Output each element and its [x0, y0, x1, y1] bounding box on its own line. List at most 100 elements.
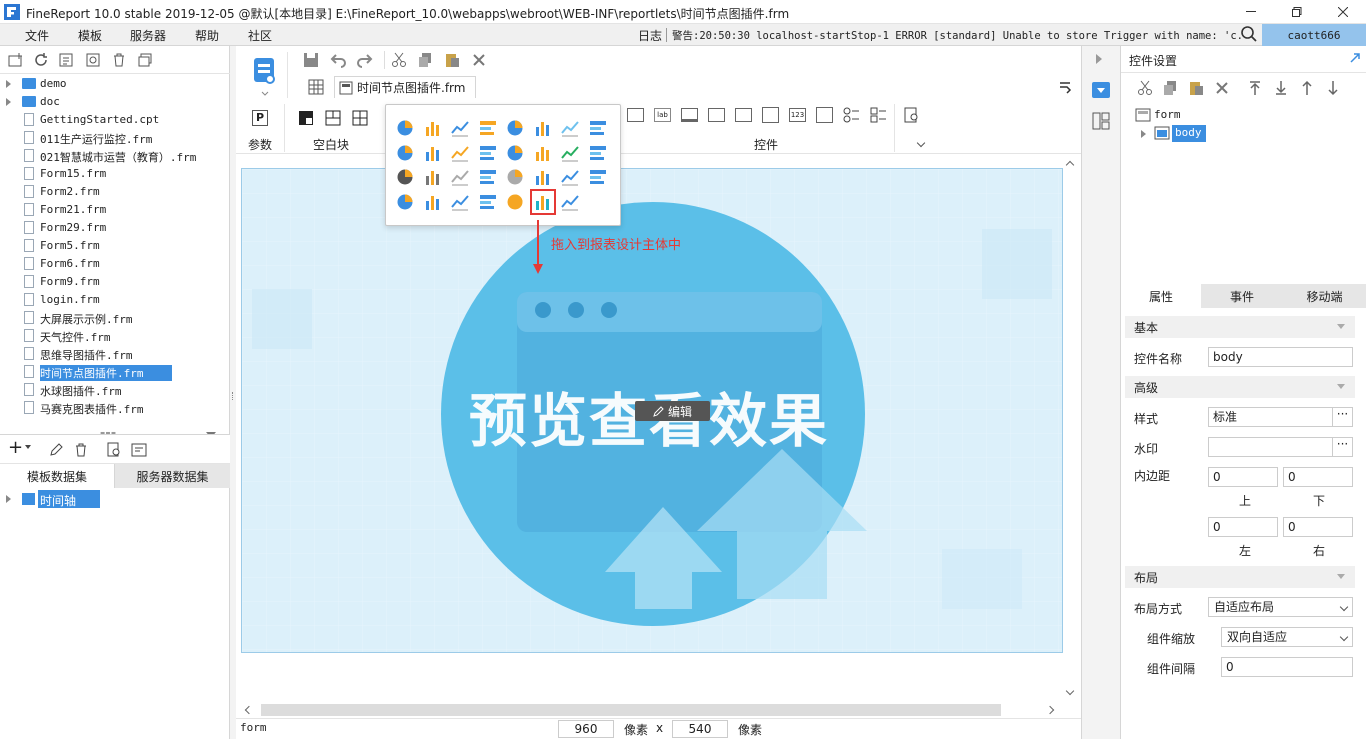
scroll-thumb[interactable] — [261, 704, 1001, 716]
redo-icon[interactable] — [357, 52, 373, 68]
gap-field[interactable]: 0 — [1221, 657, 1353, 677]
pin-icon[interactable] — [1349, 52, 1361, 64]
map-region-icon[interactable] — [506, 144, 524, 162]
refresh-icon[interactable] — [33, 52, 49, 68]
delete-icon[interactable] — [471, 52, 487, 68]
edit-icon[interactable] — [48, 442, 64, 458]
tree-folder[interactable]: demo — [0, 75, 230, 93]
tree-file[interactable]: Form9.frm — [0, 273, 230, 291]
scroll-left-icon[interactable] — [244, 705, 254, 715]
tree-file[interactable]: 天气控件.frm — [0, 327, 230, 345]
width-field[interactable]: 960 — [558, 720, 614, 738]
org-chart-icon[interactable] — [561, 193, 579, 211]
minimize-icon[interactable] — [1228, 0, 1274, 24]
save-icon[interactable] — [303, 52, 319, 68]
more-icon[interactable]: ··· — [1333, 407, 1353, 427]
tree-diagram-icon[interactable] — [506, 168, 524, 186]
absolute-layout-icon[interactable] — [298, 110, 314, 126]
widget-settings-icon[interactable] — [1092, 82, 1110, 98]
tree-file[interactable]: 马赛克图表插件.frm — [0, 399, 230, 417]
tab-template-datasets[interactable]: 模板数据集 — [0, 464, 115, 488]
new-folder-icon[interactable] — [8, 52, 24, 68]
tab-events[interactable]: 事件 — [1201, 284, 1283, 308]
water-ball-icon[interactable] — [396, 193, 414, 211]
height-field[interactable]: 540 — [672, 720, 728, 738]
tab-server-datasets[interactable]: 服务器数据集 — [115, 464, 230, 488]
padding-top-field[interactable]: 0 — [1208, 467, 1278, 487]
button-control-icon[interactable] — [681, 108, 698, 122]
section-basic[interactable]: 基本 — [1125, 316, 1355, 338]
tree-node-form[interactable]: form — [1154, 108, 1181, 121]
more-icon[interactable]: ··· — [1333, 437, 1353, 457]
padding-right-field[interactable]: 0 — [1283, 517, 1353, 537]
bubble-chart-icon[interactable] — [396, 144, 414, 162]
tree-file[interactable]: 011生产运行监控.frm — [0, 129, 230, 147]
timeline-chart-icon[interactable] — [396, 168, 414, 186]
paste-icon[interactable] — [444, 52, 460, 68]
undo-icon[interactable] — [330, 52, 346, 68]
dropdown-control-icon[interactable] — [708, 108, 725, 122]
delete-icon[interactable] — [1214, 80, 1230, 96]
number-control-icon[interactable]: 123 — [789, 108, 806, 122]
tree-file[interactable]: Form21.frm — [0, 201, 230, 219]
section-advanced[interactable]: 高级 — [1125, 376, 1355, 398]
donut-chart-icon[interactable] — [451, 144, 469, 162]
wave-chart-icon[interactable] — [479, 168, 497, 186]
map-chart-icon[interactable] — [479, 144, 497, 162]
cut-icon[interactable] — [391, 52, 407, 68]
tree-chart-icon[interactable] — [451, 168, 469, 186]
world-map-icon[interactable] — [561, 168, 579, 186]
expand-arrow-icon[interactable] — [6, 80, 11, 88]
locate-icon[interactable] — [58, 52, 74, 68]
line-chart-icon[interactable] — [479, 119, 497, 137]
menu-template[interactable]: 模板 — [78, 27, 102, 44]
move-down-icon[interactable] — [1325, 80, 1341, 96]
warning-message[interactable]: 警告:20:50:30 localhost-startStop-1 ERROR … — [672, 28, 1242, 43]
paste-icon[interactable] — [1188, 80, 1204, 96]
user-account[interactable]: caott666 — [1262, 24, 1366, 46]
expand-icon[interactable] — [1096, 54, 1102, 64]
menu-help[interactable]: 帮助 — [195, 27, 219, 44]
tab-properties[interactable]: 属性 — [1121, 284, 1201, 308]
chevron-down-icon[interactable] — [916, 138, 926, 148]
padding-bottom-field[interactable]: 0 — [1283, 467, 1353, 487]
layout-mode-select[interactable]: 自适应布局 — [1208, 597, 1353, 617]
dataset-params-icon[interactable] — [131, 442, 147, 458]
log-button[interactable]: 日志 — [638, 27, 662, 44]
split-layout-icon[interactable] — [325, 110, 341, 126]
tree-file[interactable]: 大屏展示示例.frm — [0, 309, 230, 327]
tree-node-body[interactable]: body — [1172, 125, 1206, 142]
delete-icon[interactable] — [111, 52, 127, 68]
delete-dataset-icon[interactable] — [73, 442, 89, 458]
dataset-item[interactable]: 时间轴 — [0, 490, 230, 508]
tree-file[interactable]: 水球图插件.frm — [0, 381, 230, 399]
tree-file[interactable]: Form6.frm — [0, 255, 230, 273]
menu-file[interactable]: 文件 — [25, 27, 49, 44]
text-chart-icon[interactable] — [451, 193, 469, 211]
watermark-field[interactable] — [1208, 437, 1333, 457]
cut-icon[interactable] — [1137, 80, 1153, 96]
mosaic-chart-icon[interactable] — [534, 168, 552, 186]
move-up-icon[interactable] — [1299, 80, 1315, 96]
globe-map-icon[interactable] — [589, 144, 607, 162]
scroll-right-icon[interactable] — [1045, 705, 1055, 715]
move-bottom-icon[interactable] — [1273, 80, 1289, 96]
tree-file[interactable]: 时间节点图插件.frm — [0, 363, 230, 381]
pie-chart-icon[interactable] — [396, 119, 414, 137]
component-library-button[interactable] — [242, 52, 288, 98]
restore-icon[interactable] — [1274, 0, 1320, 24]
progress-ring-icon[interactable] — [479, 193, 497, 211]
section-layout[interactable]: 布局 — [1125, 566, 1355, 588]
style-field[interactable]: 标准 — [1208, 407, 1333, 427]
settings-icon[interactable] — [85, 52, 101, 68]
widget-name-field[interactable]: body — [1208, 347, 1353, 367]
padding-left-field[interactable]: 0 — [1208, 517, 1278, 537]
combo-chart-icon[interactable] — [424, 144, 442, 162]
menu-community[interactable]: 社区 — [248, 27, 272, 44]
earth-map-icon[interactable] — [589, 168, 607, 186]
range-chart-icon[interactable] — [424, 168, 442, 186]
expand-arrow-icon[interactable] — [6, 495, 11, 503]
edit-button[interactable]: 编辑 — [635, 401, 710, 421]
expand-arrow-icon[interactable] — [6, 98, 11, 106]
tree-file[interactable]: 021智慧城市运营（教育）.frm — [0, 147, 230, 165]
